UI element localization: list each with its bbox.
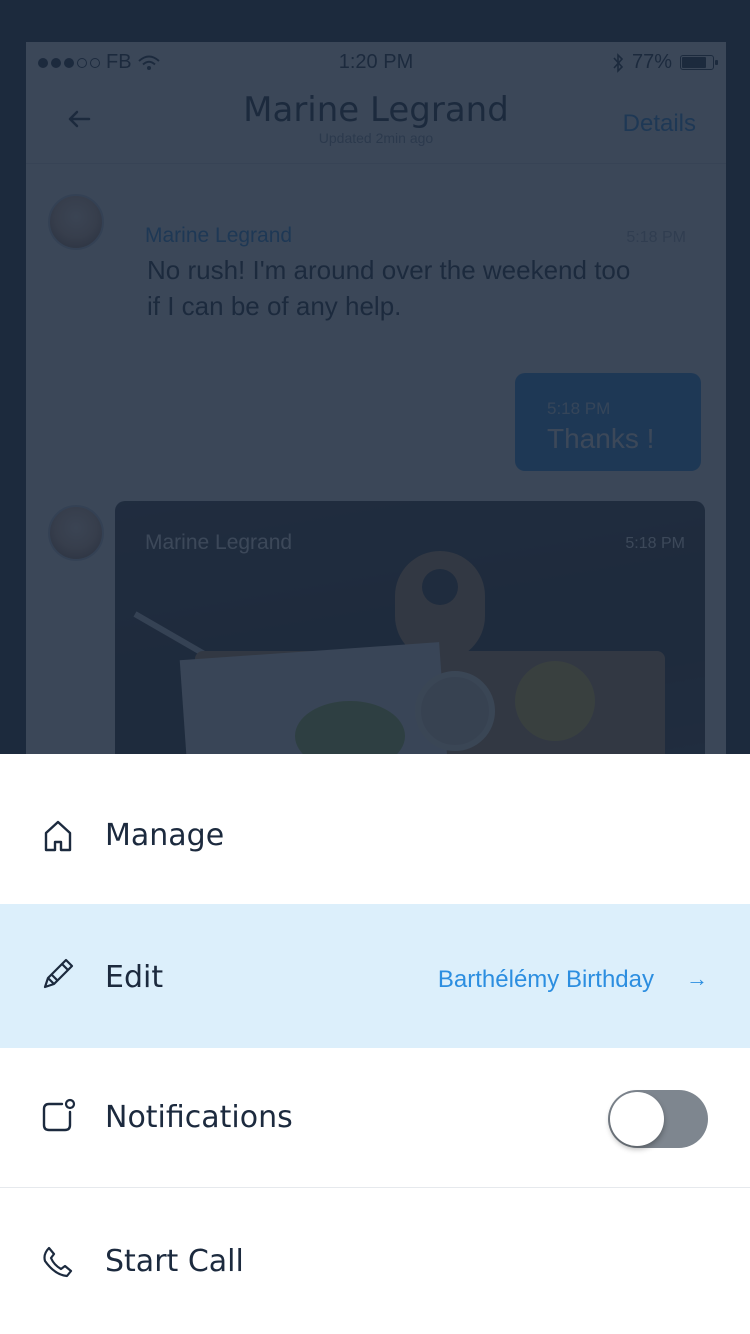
arrow-right-icon: → (686, 966, 708, 991)
message-sender: Marine Legrand (145, 224, 293, 247)
menu-item-label: Start Call (105, 1244, 244, 1279)
photo-board-hole (422, 569, 458, 605)
phone-icon (43, 1246, 73, 1278)
outgoing-message-bubble[interactable]: 5:18 PM Thanks ! (515, 373, 701, 471)
chat-screen: FB 1:20 PM 77% Marine Legrand Updated 2m… (26, 42, 726, 762)
photo-lemon (515, 661, 595, 741)
status-bar: FB 1:20 PM 77% (26, 42, 726, 82)
menu-item-notifications[interactable]: Notifications (0, 1048, 750, 1188)
toggle-knob (610, 1092, 664, 1146)
notification-icon (42, 1098, 76, 1132)
action-sheet: Manage Edit Barthélémy Birthday → Notifi… (0, 754, 750, 1334)
avatar[interactable] (48, 194, 104, 250)
message-text: Thanks ! (547, 423, 655, 454)
pencil-icon (43, 958, 74, 989)
menu-item-manage[interactable]: Manage (0, 754, 750, 904)
battery-percent: 77% (631, 51, 672, 73)
edit-current-value: Barthélémy Birthday (437, 966, 654, 993)
notifications-toggle[interactable] (608, 1090, 708, 1148)
menu-item-edit[interactable]: Edit Barthélémy Birthday → (0, 904, 750, 1048)
bluetooth-icon (613, 52, 624, 73)
message-text: No rush! I'm around over the weekend too… (147, 255, 631, 321)
chat-updated-subtitle: Updated 2min ago (318, 130, 434, 146)
photo-message[interactable]: Marine Legrand 5:18 PM (115, 501, 705, 762)
message-sender: Marine Legrand (145, 531, 293, 554)
menu-item-label: Edit (105, 960, 164, 995)
menu-item-start-call[interactable]: Start Call (0, 1188, 750, 1334)
message-time: 5:18 PM (625, 535, 685, 552)
chat-header: Marine Legrand Updated 2min ago Details (26, 82, 726, 164)
chat-title: Marine Legrand (243, 90, 509, 130)
message-time: 5:18 PM (626, 229, 686, 246)
photo-bowl (415, 671, 495, 751)
message-time: 5:18 PM (547, 399, 611, 418)
photo-greens (295, 701, 405, 762)
home-icon (44, 820, 72, 852)
menu-item-label: Notifications (105, 1100, 293, 1135)
status-right: 77% (612, 51, 718, 74)
menu-item-label: Manage (105, 818, 225, 853)
avatar[interactable] (48, 505, 104, 561)
battery-icon (680, 55, 718, 70)
details-link[interactable]: Details (623, 110, 696, 138)
